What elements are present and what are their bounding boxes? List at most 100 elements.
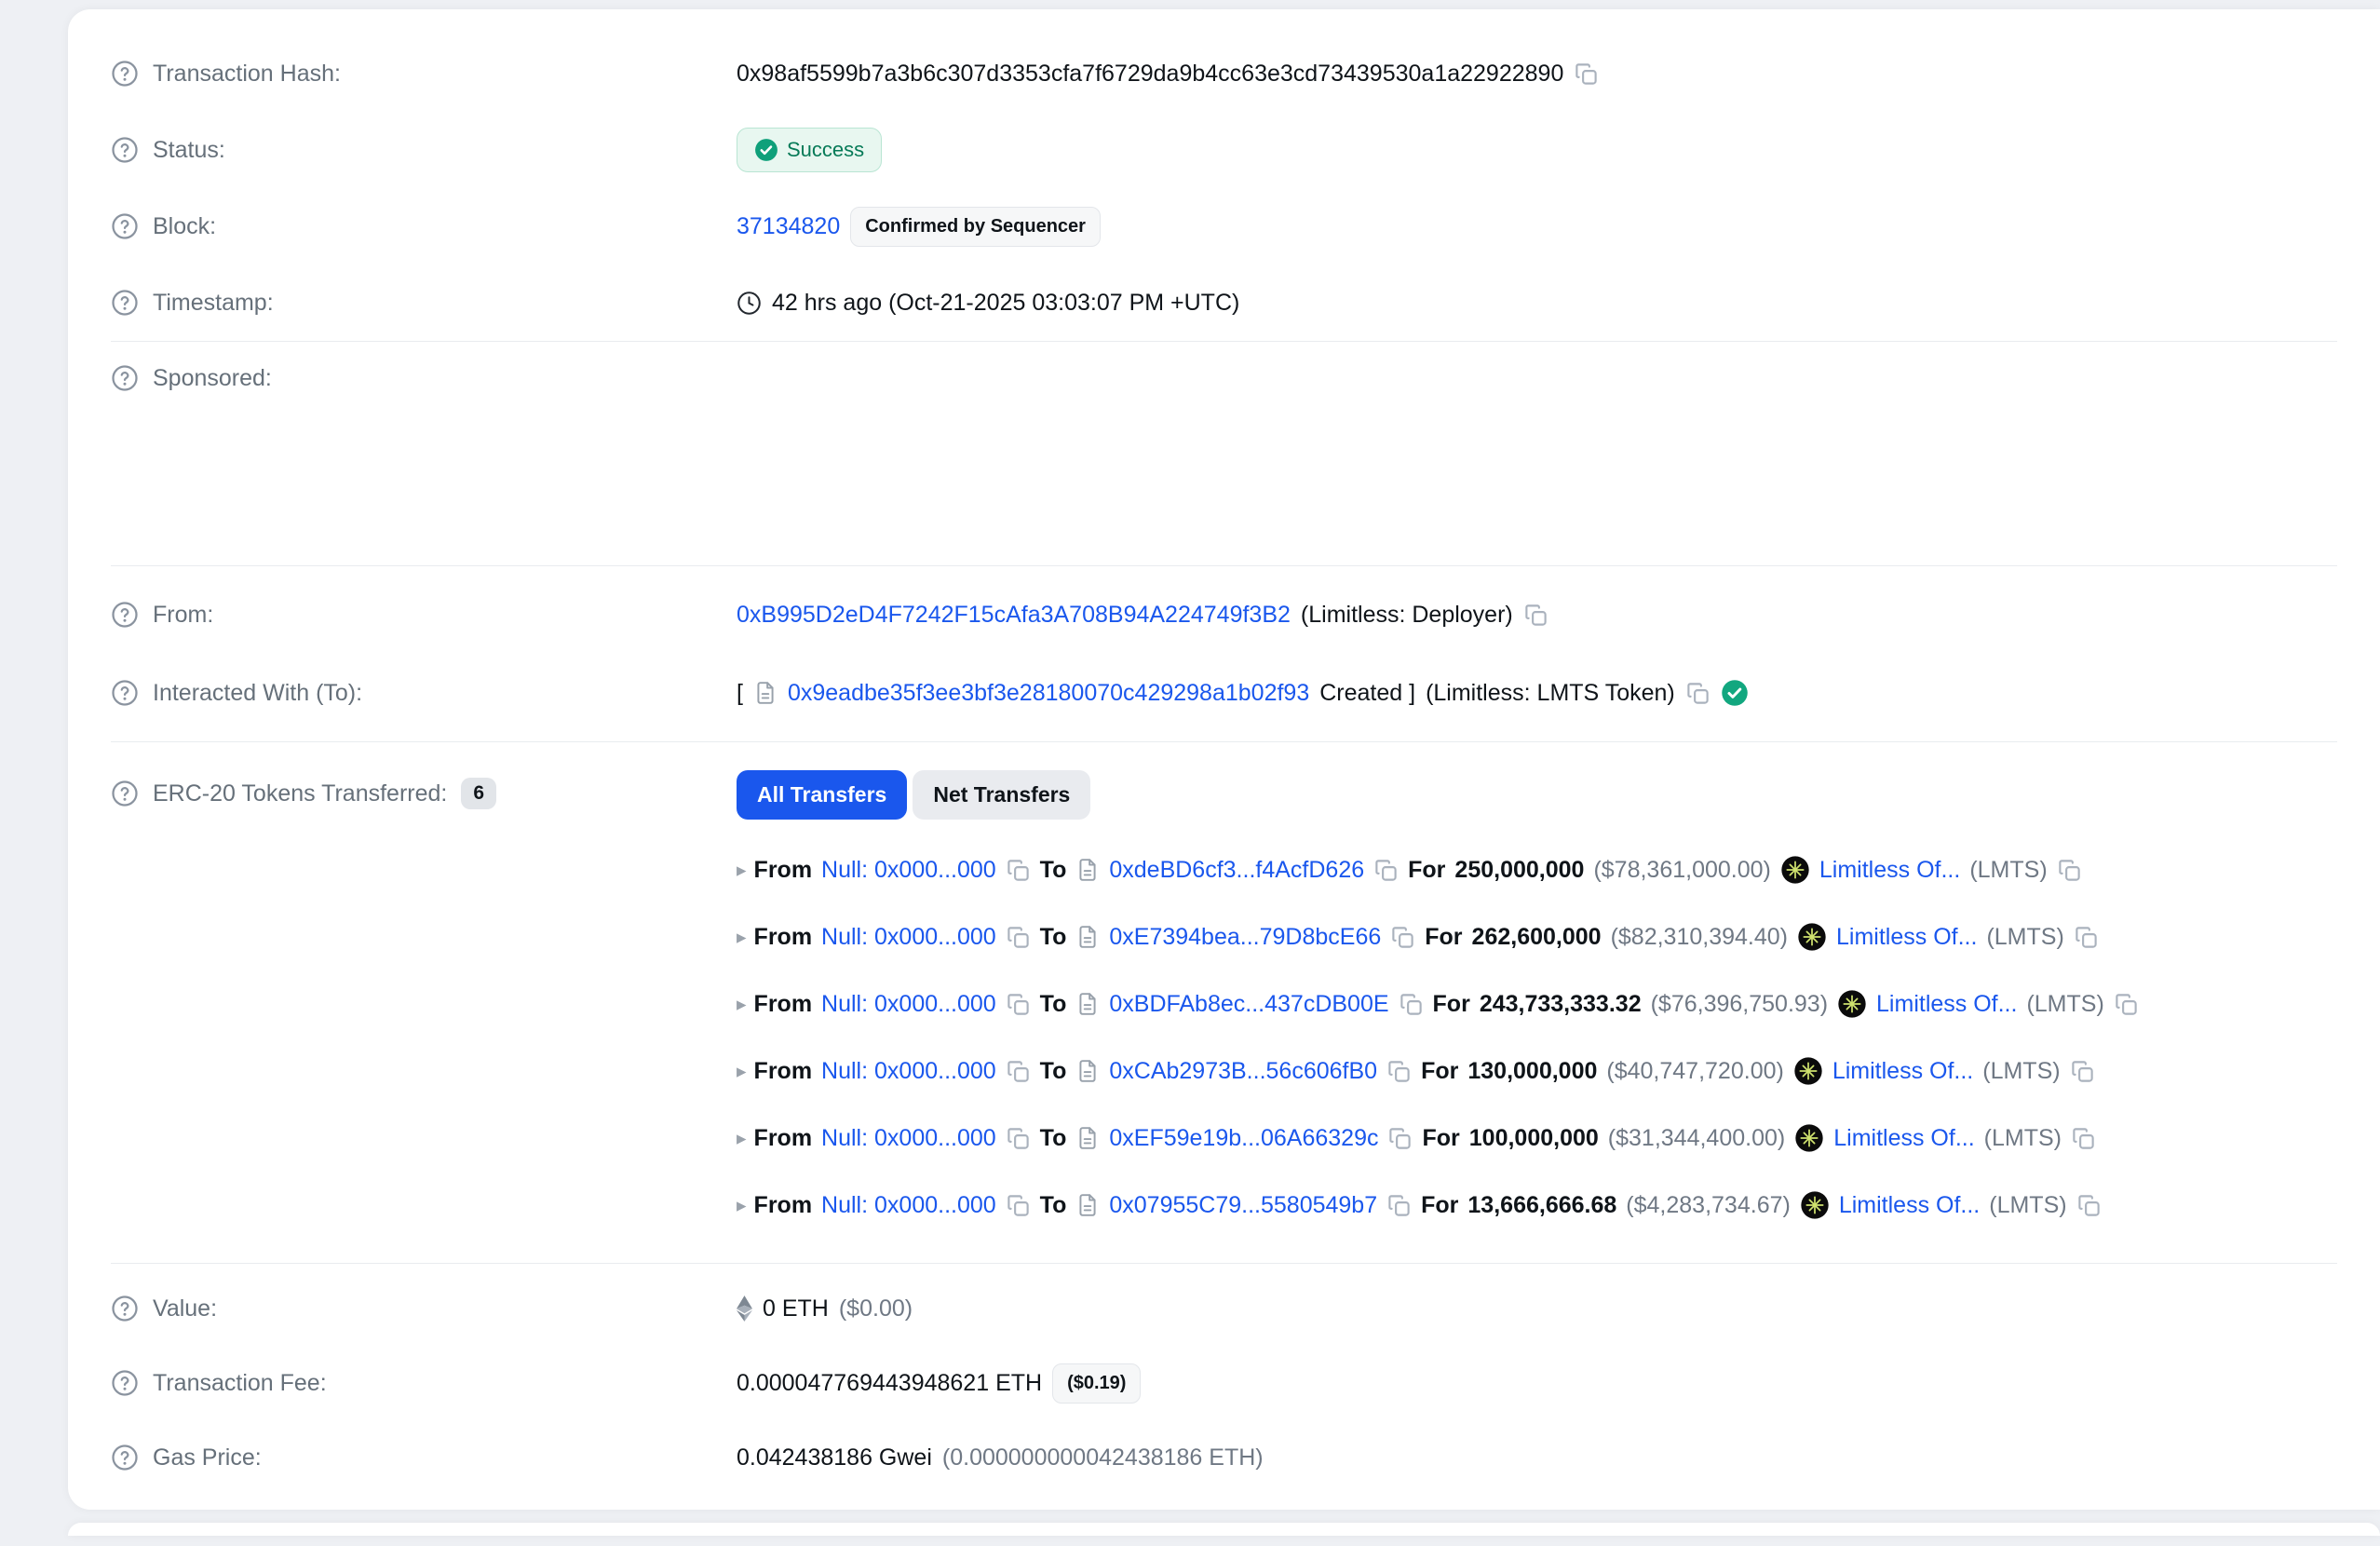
transfer-usd: ($4,283,734.67) [1626, 1192, 1791, 1219]
transaction-hash-value: 0x98af5599b7a3b6c307d3353cfa7f6729da9b4c… [737, 61, 1563, 88]
tab-net-transfers[interactable]: Net Transfers [913, 770, 1090, 820]
gas-price-gwei: 0.042438186 Gwei [737, 1444, 932, 1471]
copy-icon[interactable] [2074, 925, 2099, 950]
transfer-to-word: To [1040, 1058, 1067, 1085]
help-icon[interactable] [111, 679, 139, 707]
transfer-to-link[interactable]: 0xBDFAb8ec...437cDB00E [1109, 991, 1388, 1018]
value-usd: ($0.00) [839, 1295, 913, 1322]
transfer-to-link[interactable]: 0x07955C79...5580549b7 [1109, 1192, 1377, 1219]
tab-all-transfers[interactable]: All Transfers [737, 770, 907, 820]
status-badge-label: Success [787, 138, 864, 162]
copy-icon[interactable] [1006, 1193, 1031, 1218]
transfer-amount: 100,000,000 [1469, 1125, 1599, 1152]
transfer-token-symbol: (LMTS) [1986, 924, 2063, 951]
bracket-open: [ [737, 680, 743, 707]
help-icon[interactable] [111, 601, 139, 629]
copy-icon[interactable] [1685, 681, 1711, 706]
copy-icon[interactable] [1006, 858, 1031, 883]
transfer-from-link[interactable]: Null: 0x000...000 [821, 1058, 996, 1085]
transfer-usd: ($82,310,394.40) [1611, 924, 1788, 951]
copy-icon[interactable] [1006, 992, 1031, 1017]
transfer-token-link[interactable]: Limitless Of... [1819, 857, 1960, 884]
status-label: Status: [153, 137, 225, 164]
expand-arrow-icon: ▸ [737, 1196, 747, 1215]
interacted-with-label: Interacted With (To): [153, 680, 362, 707]
transfer-token-link[interactable]: Limitless Of... [1876, 991, 2017, 1018]
transfer-from-word: From [754, 1125, 813, 1152]
help-icon[interactable] [111, 289, 139, 317]
transfer-token-link[interactable]: Limitless Of... [1839, 1192, 1980, 1219]
created-text: Created ] [1319, 680, 1415, 707]
copy-icon[interactable] [1373, 858, 1399, 883]
help-icon[interactable] [111, 60, 139, 88]
help-icon[interactable] [111, 136, 139, 164]
copy-icon[interactable] [1006, 1126, 1031, 1151]
copy-icon[interactable] [1386, 1059, 1412, 1084]
transfer-for-word: For [1408, 857, 1445, 884]
help-icon[interactable] [111, 1295, 139, 1322]
transfer-for-word: For [1425, 924, 1462, 951]
transfer-to-link[interactable]: 0xEF59e19b...06A66329c [1109, 1125, 1378, 1152]
block-number-link[interactable]: 37134820 [737, 213, 840, 240]
copy-icon[interactable] [1523, 603, 1548, 628]
copy-icon[interactable] [2057, 858, 2082, 883]
transaction-details-card: Transaction Hash: 0x98af5599b7a3b6c307d3… [68, 9, 2380, 1510]
copy-icon[interactable] [2071, 1126, 2096, 1151]
clock-icon [737, 291, 762, 316]
transfer-from-word: From [754, 1058, 813, 1085]
from-address-name: (Limitless: Deployer) [1301, 602, 1513, 629]
contract-file-icon [753, 680, 778, 706]
transfer-for-word: For [1433, 991, 1470, 1018]
help-icon[interactable] [111, 364, 139, 392]
copy-icon[interactable] [1399, 992, 1424, 1017]
page: Transaction Hash: 0x98af5599b7a3b6c307d3… [0, 9, 2380, 1546]
contract-file-icon [1075, 1058, 1100, 1084]
copy-icon[interactable] [2114, 992, 2139, 1017]
timestamp-value: 42 hrs ago (Oct-21-2025 03:03:07 PM +UTC… [772, 290, 1239, 317]
transfer-from-link[interactable]: Null: 0x000...000 [821, 991, 996, 1018]
copy-icon[interactable] [1006, 925, 1031, 950]
interacted-with-row: Interacted With (To): [ 0x9eadbe35f3ee3b… [111, 654, 2337, 732]
sponsored-row: Sponsored: [111, 342, 2337, 565]
transfer-token-link[interactable]: Limitless Of... [1833, 1125, 1974, 1152]
help-icon[interactable] [111, 1444, 139, 1471]
transfer-to-link[interactable]: 0xdeBD6cf3...f4AcfD626 [1109, 857, 1364, 884]
transfer-to-link[interactable]: 0xCAb2973B...56c606fB0 [1109, 1058, 1377, 1085]
transfer-from-link[interactable]: Null: 0x000...000 [821, 1125, 996, 1152]
copy-icon[interactable] [1386, 1193, 1412, 1218]
transfer-from-word: From [754, 857, 813, 884]
help-icon[interactable] [111, 780, 139, 807]
transfer-amount: 13,666,666.68 [1467, 1192, 1616, 1219]
from-address-link[interactable]: 0xB995D2eD4F7242F15cAfa3A708B94A224749f3… [737, 602, 1291, 629]
transfer-for-word: For [1421, 1192, 1458, 1219]
copy-icon[interactable] [2070, 1059, 2095, 1084]
timestamp-row: Timestamp: 42 hrs ago (Oct-21-2025 03:03… [111, 264, 2337, 341]
contract-file-icon [1075, 1125, 1100, 1151]
copy-icon[interactable] [1390, 925, 1415, 950]
help-icon[interactable] [111, 212, 139, 240]
transfer-from-link[interactable]: Null: 0x000...000 [821, 1192, 996, 1219]
help-icon[interactable] [111, 1369, 139, 1397]
copy-icon[interactable] [2076, 1193, 2102, 1218]
transfer-token-link[interactable]: Limitless Of... [1832, 1058, 1973, 1085]
expand-arrow-icon: ▸ [737, 1062, 747, 1081]
value-row: Value: 0 ETH ($0.00) [111, 1271, 2337, 1346]
erc20-count-badge: 6 [461, 778, 496, 809]
transfer-from-word: From [754, 1192, 813, 1219]
transfer-amount: 243,733,333.32 [1480, 991, 1642, 1018]
transfer-from-link[interactable]: Null: 0x000...000 [821, 924, 996, 951]
interacted-address-link[interactable]: 0x9eadbe35f3ee3bf3e28180070c429298a1b02f… [788, 680, 1309, 707]
transfer-from-link[interactable]: Null: 0x000...000 [821, 857, 996, 884]
transfer-amount: 130,000,000 [1467, 1058, 1597, 1085]
from-label: From: [153, 602, 213, 629]
copy-icon[interactable] [1574, 61, 1599, 87]
copy-icon[interactable] [1006, 1059, 1031, 1084]
transfer-row: ▸ From Null: 0x000...000 To 0x07955C79..… [737, 1172, 2139, 1239]
transaction-hash-row: Transaction Hash: 0x98af5599b7a3b6c307d3… [111, 35, 2337, 112]
copy-icon[interactable] [1387, 1126, 1413, 1151]
from-row: From: 0xB995D2eD4F7242F15cAfa3A708B94A22… [111, 576, 2337, 654]
transfer-to-link[interactable]: 0xE7394bea...79D8bcE66 [1109, 924, 1381, 951]
expand-arrow-icon: ▸ [737, 928, 747, 947]
transfer-token-link[interactable]: Limitless Of... [1836, 924, 1977, 951]
contract-file-icon [1075, 991, 1100, 1017]
